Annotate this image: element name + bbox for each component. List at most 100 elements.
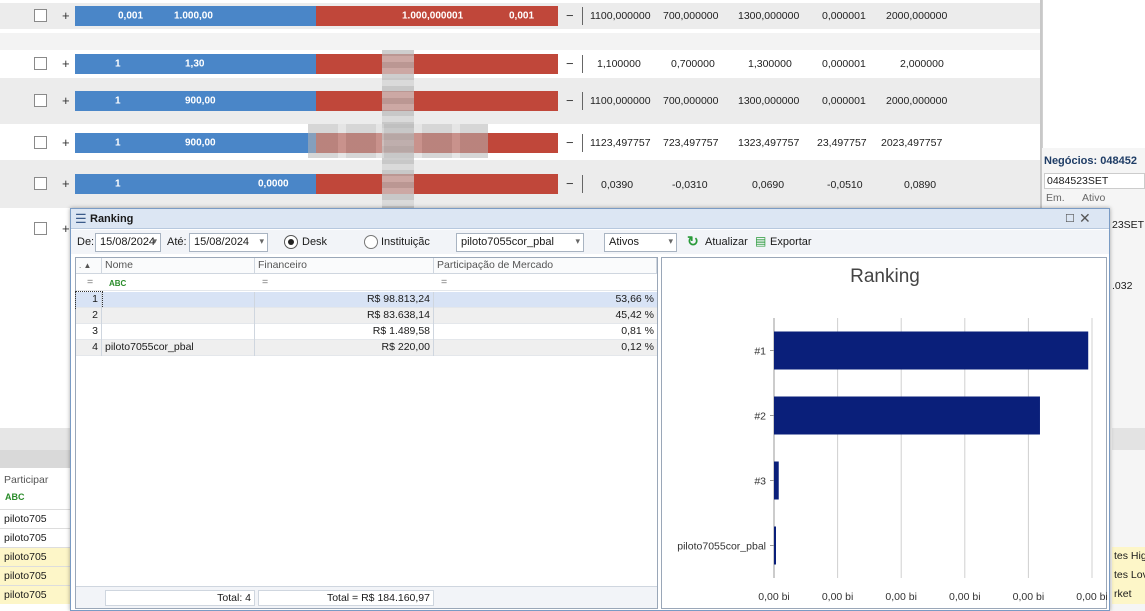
exportar-button[interactable]: Exportar: [770, 236, 812, 248]
chevron-down-icon[interactable]: ▾: [668, 236, 673, 247]
book-spacer: [0, 33, 1040, 50]
desk-radio[interactable]: [284, 235, 298, 249]
collapse-icon[interactable]: −: [566, 8, 574, 23]
filter-operator[interactable]: =: [438, 275, 450, 291]
cell: 2000,000000: [886, 10, 948, 22]
x-tick-label: 0,00 bi: [1013, 591, 1045, 603]
row-index: 1: [75, 291, 103, 309]
participant-row[interactable]: piloto705: [0, 509, 70, 528]
expand-icon[interactable]: +: [62, 56, 70, 71]
cell: 0,0390: [601, 179, 634, 191]
bar[interactable]: [774, 331, 1089, 370]
divider: [582, 134, 583, 152]
book-row: + 1 900,00 − 1100,000000 700,000000 1300…: [0, 78, 1040, 124]
participant-header[interactable]: Participar: [4, 474, 48, 486]
text-filter-icon: ABC: [5, 492, 25, 502]
atualizar-button[interactable]: Atualizar: [705, 236, 748, 248]
row-checkbox[interactable]: [34, 57, 47, 70]
cell: 700,000000: [663, 95, 719, 107]
cell-participacao: 0,81 %: [621, 325, 654, 337]
export-icon[interactable]: ▤: [755, 234, 766, 248]
cell: 23,497757: [817, 137, 867, 149]
panel-blank: [1042, 0, 1145, 148]
collapse-icon[interactable]: −: [566, 93, 574, 108]
bid-bar: 1 900,00: [75, 133, 316, 153]
expand-icon[interactable]: +: [62, 93, 70, 108]
sort-asc-icon[interactable]: . ▲: [79, 261, 91, 270]
header-participacao[interactable]: Participação de Mercado: [434, 258, 657, 274]
sort-header[interactable]: . ▲: [76, 258, 102, 274]
panel-strip: [1112, 428, 1145, 450]
collapse-icon[interactable]: −: [566, 176, 574, 191]
row-index: 2: [76, 308, 102, 324]
bar[interactable]: [774, 526, 776, 565]
ask-bar: [316, 54, 558, 74]
col-em[interactable]: Em.: [1046, 192, 1065, 204]
table-row[interactable]: 3 R$ 1.489,58 0,81 %: [76, 324, 657, 340]
chevron-down-icon[interactable]: ▾: [575, 236, 580, 247]
bid-qty: 1: [115, 137, 121, 149]
expand-icon[interactable]: +: [62, 176, 70, 191]
restore-icon[interactable]: ☐: [1065, 212, 1075, 225]
header-nome[interactable]: Nome: [102, 258, 255, 274]
bid-price: 1.000,00: [174, 10, 213, 22]
ranking-grid: . ▲ Nome Financeiro Participação de Merc…: [75, 257, 658, 609]
bar[interactable]: [774, 461, 779, 500]
ask-qty: 0,001: [509, 10, 535, 22]
book-row: + 1 900,00 − 1123,497757 723,497757 1323…: [0, 124, 1040, 160]
expand-icon[interactable]: +: [62, 8, 70, 23]
cell-nome: [102, 308, 255, 324]
refresh-icon[interactable]: ↻: [687, 233, 699, 250]
date-to-input[interactable]: 15/08/2024 ▾: [189, 233, 268, 252]
obscured-block: [308, 124, 488, 158]
participant-row[interactable]: piloto705: [0, 528, 70, 547]
ativos-select[interactable]: Ativos ▾: [604, 233, 677, 252]
ranking-chart: Ranking 0,00 bi 0,00 bi 0,00 bi 0,00 bi 0,00…: [661, 257, 1108, 609]
row-checkbox[interactable]: [34, 9, 47, 22]
panel-strip: [0, 450, 70, 468]
cell: -0,0310: [672, 179, 708, 191]
row-checkbox[interactable]: [34, 94, 47, 107]
window-titlebar[interactable]: ☰ Ranking ☐ ✕: [71, 209, 1109, 229]
table-row[interactable]: 1 R$ 98.813,24 53,66 %: [75, 291, 657, 309]
ranking-window: ☰ Ranking ☐ ✕ De: 15/08/2024 ▾ Até: 15/0…: [70, 208, 1110, 611]
table-row[interactable]: 2 R$ 83.638,14 45,42 %: [76, 308, 657, 324]
participant-row[interactable]: piloto705: [0, 566, 70, 585]
bar[interactable]: [774, 396, 1040, 435]
col-ativo[interactable]: Ativo: [1082, 192, 1105, 204]
row-checkbox[interactable]: [34, 177, 47, 190]
cell: 0,000001: [822, 10, 866, 22]
cell-participacao: 45,42 %: [615, 309, 654, 321]
chevron-down-icon[interactable]: ▾: [259, 236, 264, 247]
close-icon[interactable]: ✕: [1079, 210, 1091, 227]
participant-row[interactable]: piloto705: [0, 547, 70, 566]
divider: [582, 55, 583, 73]
expand-icon[interactable]: +: [62, 135, 70, 150]
table-row[interactable]: 4 piloto7055cor_pbal R$ 220,00 0,12 %: [76, 340, 657, 356]
user-select[interactable]: piloto7055cor_pbal ▾: [456, 233, 584, 252]
chevron-down-icon[interactable]: ▾: [152, 236, 157, 247]
bid-bar: 1 0,0000: [75, 174, 316, 194]
x-tick-label: 0,00 bi: [885, 591, 917, 603]
x-tick-label: 0,00 bi: [1076, 591, 1108, 603]
info-row: rket: [1112, 585, 1145, 604]
menu-icon[interactable]: ☰: [75, 211, 87, 227]
book-row: + 0,001 1.000,00 1.000,000001 0,001 − 11…: [0, 3, 1040, 29]
participant-row[interactable]: piloto705: [0, 585, 70, 604]
instituicao-radio[interactable]: [364, 235, 378, 249]
cell: 723,497757: [663, 137, 719, 149]
row-checkbox[interactable]: [34, 136, 47, 149]
filter-operator[interactable]: =: [84, 275, 96, 291]
filter-operator[interactable]: =: [259, 275, 271, 291]
info-row: tes Hig: [1112, 547, 1145, 566]
symbol-field[interactable]: 0484523SET: [1044, 173, 1145, 189]
filter-row: = ABC = =: [76, 275, 657, 291]
collapse-icon[interactable]: −: [566, 56, 574, 71]
expand-icon[interactable]: +: [62, 221, 70, 236]
row-checkbox[interactable]: [34, 222, 47, 235]
date-from-input[interactable]: 15/08/2024 ▾: [95, 233, 161, 252]
cell-participacao: 0,12 %: [621, 341, 654, 353]
cell: 2023,497757: [881, 137, 943, 149]
collapse-icon[interactable]: −: [566, 135, 574, 150]
header-financeiro[interactable]: Financeiro: [255, 258, 434, 274]
